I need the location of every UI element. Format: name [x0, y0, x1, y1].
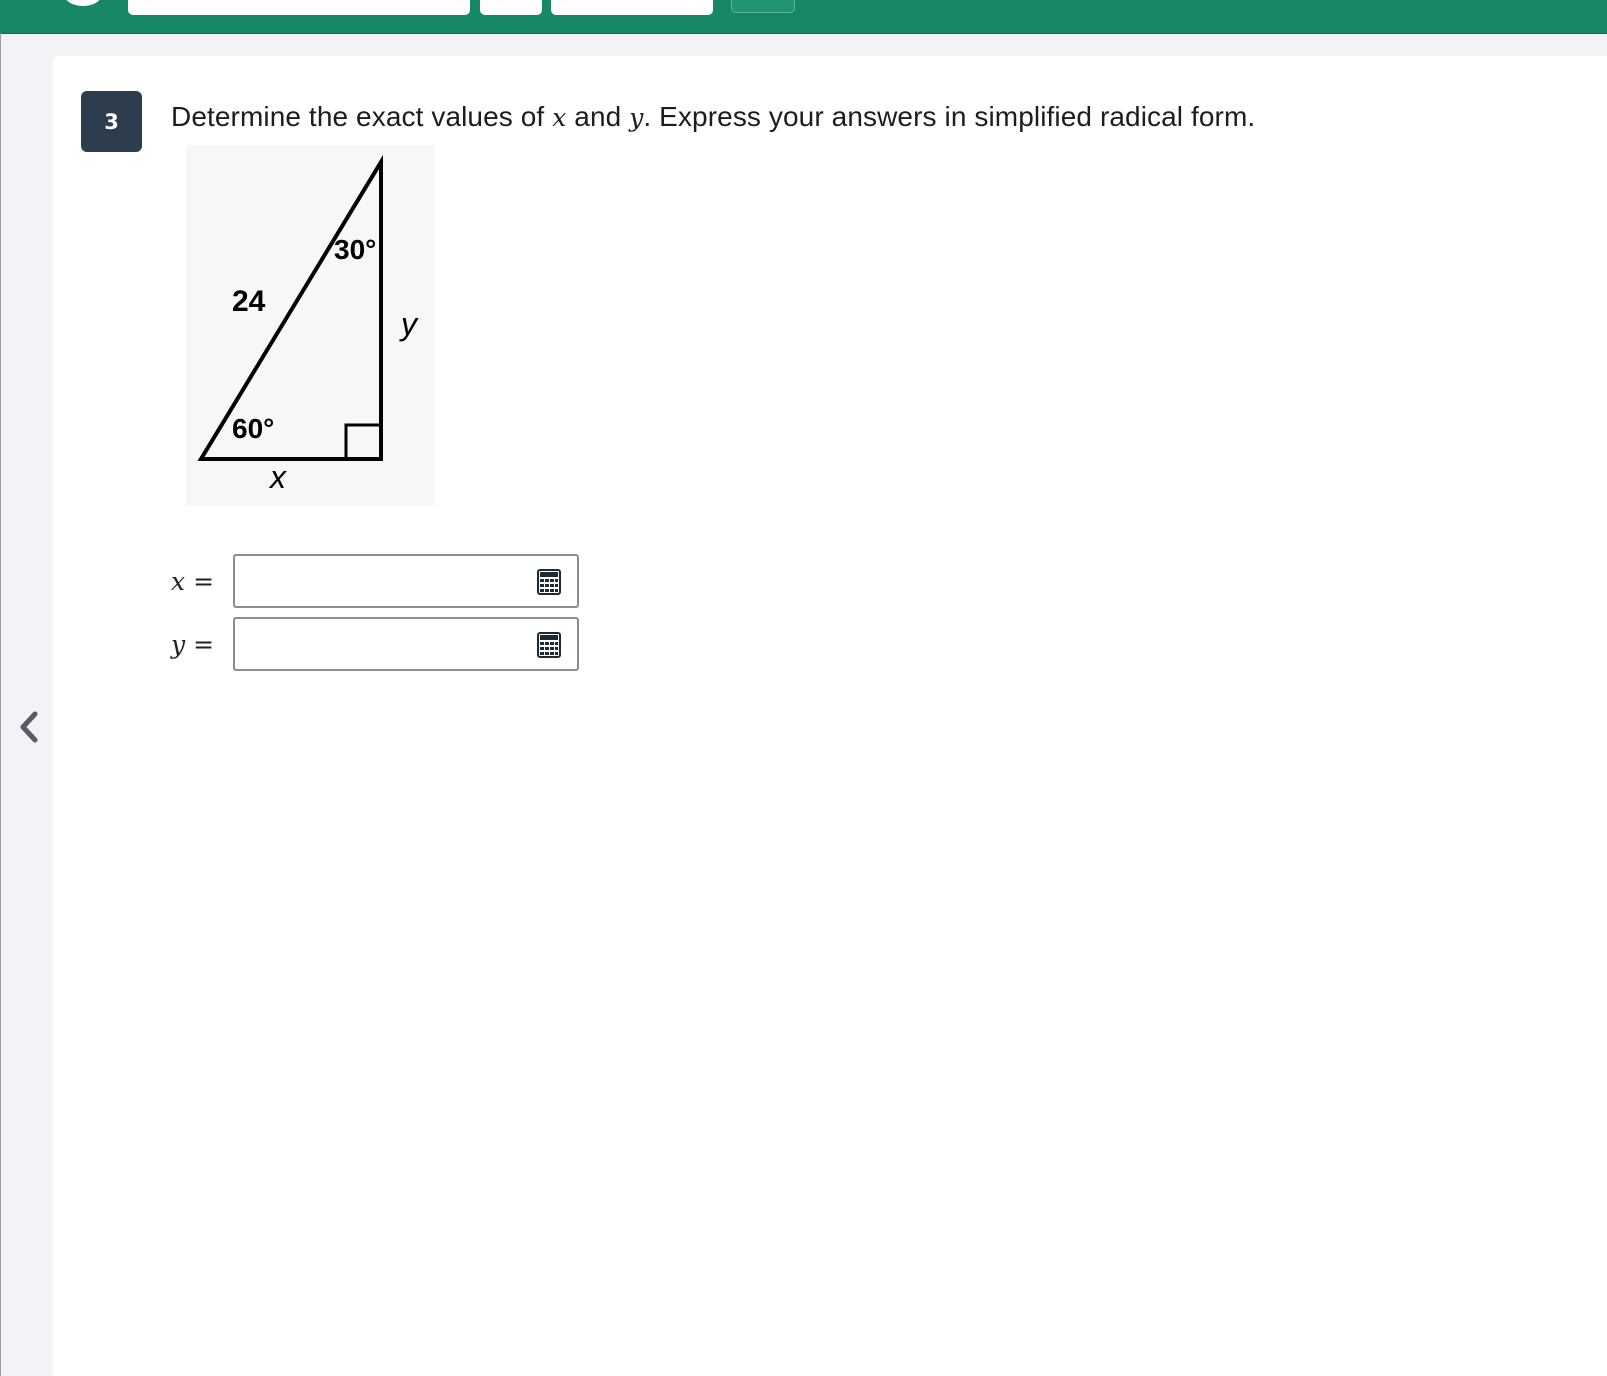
answer-var: x — [171, 566, 186, 596]
right-angle-marker — [344, 423, 383, 461]
label-side-y: y — [399, 306, 419, 342]
toolbar-tab-3[interactable] — [551, 0, 713, 15]
triangle-diagram: 24 30° 60° y x — [197, 154, 419, 495]
toolbar-tab-2[interactable] — [480, 0, 542, 15]
question-card: 3 Determine the exact values of x and y.… — [53, 56, 1607, 1376]
label-30-degrees: 30° — [334, 234, 376, 265]
answer-input-y[interactable] — [241, 625, 525, 665]
question-number-badge: 3 — [81, 91, 142, 152]
top-bar — [0, 0, 1607, 34]
answer-label-x: x = — [171, 567, 233, 596]
prompt-text: Determine the exact values of — [171, 101, 553, 132]
answer-row-y: y = — [171, 617, 579, 671]
toolbar-tab-4[interactable] — [731, 0, 795, 13]
left-edge-divider — [0, 33, 1, 1376]
chevron-left-icon — [20, 711, 38, 743]
answer-var: y — [171, 629, 186, 659]
calculator-icon[interactable] — [537, 569, 561, 595]
label-side-x: x — [268, 459, 287, 495]
prompt-text: . Express your answers in simplified rad… — [643, 101, 1256, 132]
answer-eq: = — [193, 566, 215, 596]
answer-box-y[interactable] — [233, 617, 579, 671]
prompt-text: and — [566, 101, 630, 132]
triangle-outline — [197, 154, 383, 461]
calculator-icon[interactable] — [537, 632, 561, 658]
math-var-y: y — [629, 103, 644, 132]
answer-eq: = — [193, 629, 215, 659]
answer-label-y: y = — [171, 630, 233, 659]
math-var-x: x — [552, 103, 567, 132]
answer-row-x: x = — [171, 554, 579, 608]
previous-question-button[interactable] — [12, 710, 46, 744]
toolbar-tab-1[interactable] — [128, 0, 470, 15]
answer-input-x[interactable] — [241, 562, 525, 602]
question-prompt: Determine the exact values of x and y. E… — [171, 101, 1255, 133]
answer-box-x[interactable] — [233, 554, 579, 608]
label-24: 24 — [232, 285, 266, 318]
label-60-degrees: 60° — [232, 413, 274, 444]
progress-indicator — [64, 0, 102, 6]
triangle-figure: 24 30° 60° y x — [186, 145, 435, 506]
